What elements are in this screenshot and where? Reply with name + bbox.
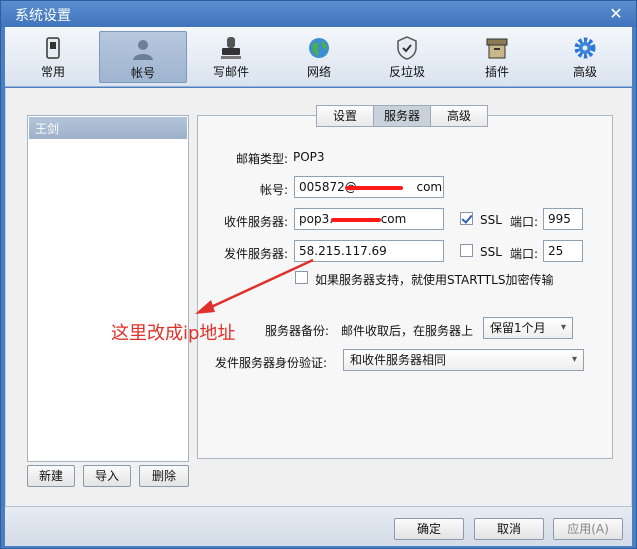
phone-icon	[46, 37, 60, 59]
incoming-port-field[interactable]: 995	[543, 208, 583, 230]
incoming-server-suffix: com	[380, 212, 407, 226]
incoming-port-label: 端口:	[510, 215, 539, 229]
title-bar: 系统设置 ✕	[1, 1, 636, 27]
incoming-ssl-label: SSL	[480, 213, 502, 227]
toolbar-item-label: 常用	[40, 65, 65, 79]
outgoing-port-field[interactable]: 25	[543, 240, 583, 262]
account-label: 帐号:	[259, 183, 288, 197]
backup-select-value: 保留1个月	[490, 321, 546, 335]
toolbar-item-network[interactable]: 网络	[275, 31, 363, 83]
toolbar-item-general[interactable]: 常用	[9, 31, 97, 83]
starttls-label: 如果服务器支持，就使用STARTTLS加密传输	[315, 273, 554, 287]
tab-settings[interactable]: 设置	[316, 105, 374, 127]
settings-toolbar: 常用 帐号 写邮件 网络 反垃圾 插件 高级	[5, 27, 632, 87]
outgoing-port-label: 端口:	[510, 247, 539, 261]
toolbar-item-label: 写邮件	[212, 65, 249, 79]
chevron-down-icon: ▾	[560, 322, 566, 333]
toolbar-item-antispam[interactable]: 反垃圾	[363, 31, 451, 83]
apply-button[interactable]: 应用(A)	[553, 518, 623, 540]
auth-select[interactable]: 和收件服务器相同 ▾	[343, 349, 584, 371]
incoming-server-value: pop3.	[299, 212, 334, 226]
toolbar-item-label: 插件	[484, 65, 509, 79]
toolbar-item-label: 高级	[572, 65, 597, 79]
account-field-suffix: com	[416, 180, 443, 194]
account-list[interactable]: 王剑	[27, 115, 189, 462]
chevron-down-icon: ▾	[571, 354, 577, 365]
gear-icon	[574, 37, 596, 59]
box-icon	[486, 38, 508, 59]
toolbar-item-account[interactable]: 帐号	[99, 31, 187, 83]
toolbar-item-label: 反垃圾	[388, 65, 425, 79]
cancel-button[interactable]: 取消	[474, 518, 544, 540]
stamp-icon	[221, 37, 241, 59]
account-field[interactable]: 005872@ com	[294, 176, 444, 198]
outgoing-ssl-label: SSL	[480, 245, 502, 259]
new-account-button[interactable]: 新建	[27, 465, 75, 487]
close-icon[interactable]: ✕	[606, 4, 626, 24]
account-list-item[interactable]: 王剑	[29, 117, 187, 139]
redaction-mark	[331, 218, 381, 222]
incoming-server-field[interactable]: pop3. com	[294, 208, 444, 230]
tab-advanced[interactable]: 高级	[430, 105, 488, 127]
delete-account-button[interactable]: 删除	[139, 465, 189, 487]
toolbar-item-label: 网络	[306, 65, 331, 79]
toolbar-item-compose[interactable]: 写邮件	[187, 31, 275, 83]
shield-icon	[397, 36, 417, 60]
annotation-arrow	[195, 258, 314, 314]
user-icon	[133, 40, 153, 60]
mailbox-type-label: 邮箱类型:	[235, 152, 288, 166]
auth-select-value: 和收件服务器相同	[350, 353, 447, 367]
auth-label: 发件服务器身份验证:	[215, 356, 328, 370]
outgoing-ssl-checkbox[interactable]	[460, 244, 473, 257]
ok-button[interactable]: 确定	[394, 518, 464, 540]
globe-icon	[309, 38, 329, 58]
mailbox-type-value: POP3	[293, 150, 325, 164]
toolbar-item-advanced[interactable]: 高级	[541, 31, 629, 83]
backup-select[interactable]: 保留1个月 ▾	[483, 317, 573, 339]
window-title: 系统设置	[15, 8, 71, 24]
incoming-server-label: 收件服务器:	[223, 215, 288, 229]
annotation-text: 这里改成ip地址	[111, 323, 236, 344]
toolbar-item-plugins[interactable]: 插件	[453, 31, 541, 83]
settings-window: 系统设置 ✕ 常用 帐号 写邮件 网络 反垃圾 插件 高级 王剑 新建 导入 删…	[0, 0, 637, 549]
redaction-mark	[345, 186, 403, 190]
tab-server[interactable]: 服务器	[373, 105, 431, 127]
toolbar-item-label: 帐号	[130, 66, 155, 80]
import-account-button[interactable]: 导入	[83, 465, 131, 487]
dialog-footer: 确定 取消 应用(A)	[5, 506, 632, 546]
incoming-ssl-checkbox[interactable]	[460, 212, 473, 225]
backup-description: 邮件收取后，在服务器上	[341, 324, 474, 338]
